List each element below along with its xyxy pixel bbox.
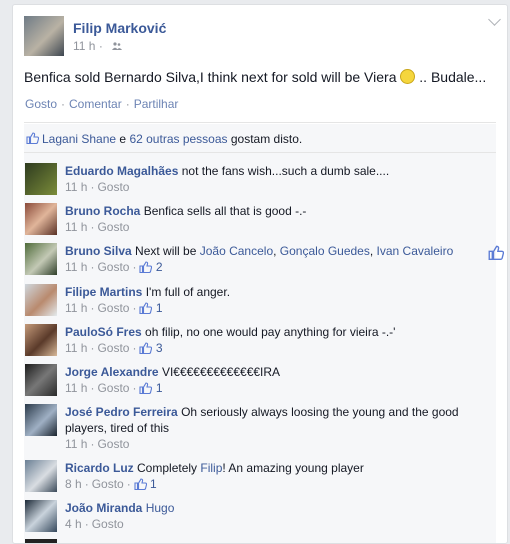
mention-link[interactable]: Filip [200,461,222,475]
comment-action[interactable]: Comentar [69,97,122,111]
like-count[interactable]: 3 [156,341,163,355]
comment-text: Completely [137,461,198,475]
like-count[interactable]: 1 [156,301,163,315]
mention-link[interactable]: João Cancelo [200,244,273,258]
comment-like-button[interactable]: Gosto [97,260,129,274]
commenter-name[interactable]: PauloSó Fres [65,325,142,339]
commenter-avatar[interactable] [25,284,57,316]
comment-like-button[interactable]: Gosto [97,381,129,395]
commenter-avatar[interactable] [25,364,57,396]
post-actions: Gosto · Comentar · Partilhar [25,97,179,111]
comment-text: Next will be [135,244,197,258]
liker-name[interactable]: Lagani Shane [42,132,116,146]
post-time[interactable]: 11 h [73,39,95,53]
comment-time[interactable]: 11 h [65,220,87,234]
like-count[interactable]: 2 [156,260,163,274]
mention-link[interactable]: Ivan Cavaleiro [377,244,454,258]
comment-time[interactable]: 4 h [65,517,82,531]
commenter-name[interactable]: Ricardo Luz [65,461,134,475]
comment-time[interactable]: 11 h [65,437,87,451]
comment-text: VI€€€€€€€€€€€€€IRA [161,365,281,379]
like-action[interactable]: Gosto [25,97,57,111]
thumbs-up-icon [139,382,153,394]
commenter-name[interactable]: Eduardo Magalhães [65,164,178,178]
post-text: Benfica sold Bernardo Silva,I think next… [24,69,487,85]
comment-like-button[interactable]: Gosto [97,341,129,355]
comment-text: Benfica sells all that is good -.- [143,204,307,218]
friends-icon[interactable] [112,42,123,50]
divider [24,122,496,123]
comment-time[interactable]: 8 h [65,477,82,491]
likes-summary: Lagani Shane e 62 outras pessoas gostam … [24,124,496,153]
smile-emoji-icon [400,69,416,84]
like-count[interactable]: 1 [150,477,157,491]
comment-text: oh filip, no one would pay anything for … [145,325,396,339]
mention-link[interactable]: Hugo [146,501,175,515]
like-count[interactable]: 1 [156,381,163,395]
thumbs-up-icon [139,342,153,354]
post-options-chevron-icon[interactable] [488,13,501,26]
thumbs-up-icon [134,478,147,490]
comment-like-button[interactable]: Gosto [97,437,129,451]
commenter-avatar[interactable] [25,243,57,275]
comment-text: not the fans wish...such a dumb sale.... [181,164,390,178]
post-card: Filip Marković 11 h · Benfica sold Berna… [12,4,508,544]
commenter-avatar[interactable] [25,203,57,235]
commenter-name[interactable]: Bruno Rocha [65,204,140,218]
comment-like-button[interactable]: Gosto [92,517,124,531]
comment-time[interactable]: 11 h [65,381,87,395]
comment-like-button[interactable]: Gosto [97,180,129,194]
thumbs-up-icon [26,132,39,144]
comment-time[interactable]: 11 h [65,301,87,315]
thumbs-up-icon[interactable] [488,245,504,260]
thumbs-up-icon [139,261,153,273]
post-author[interactable]: Filip Marković [73,20,166,36]
commenter-avatar[interactable] [25,163,57,195]
commenter-name[interactable]: José Pedro Ferreira [65,405,178,419]
comment-like-button[interactable]: Gosto [92,477,124,491]
commenter-avatar[interactable] [25,324,57,356]
commenter-avatar[interactable] [25,460,57,492]
commenter-name[interactable]: João Miranda [65,501,142,515]
comment-like-button[interactable]: Gosto [97,301,129,315]
others-likers-link[interactable]: 62 outras pessoas [129,132,227,146]
comments-list: Eduardo Magalhães not the fans wish...su… [24,153,504,543]
post-meta: 11 h · [73,39,123,53]
share-action[interactable]: Partilhar [134,97,179,111]
author-avatar[interactable] [24,16,64,56]
commenter-name[interactable]: Bruno Silva [65,244,132,258]
commenter-avatar[interactable] [25,500,57,532]
comment-text: I'm full of anger. [145,285,231,299]
commenter-name[interactable]: Filipe Martins [65,285,142,299]
commenter-avatar[interactable] [25,404,57,436]
thumbs-up-icon [139,302,153,314]
commenter-name[interactable]: Jorge Alexandre [65,365,159,379]
comment-time[interactable]: 11 h [65,260,87,274]
comment-time[interactable]: 11 h [65,180,87,194]
comment-time[interactable]: 11 h [65,341,87,355]
comment-like-button[interactable]: Gosto [97,220,129,234]
mention-link[interactable]: Gonçalo Guedes [280,244,370,258]
